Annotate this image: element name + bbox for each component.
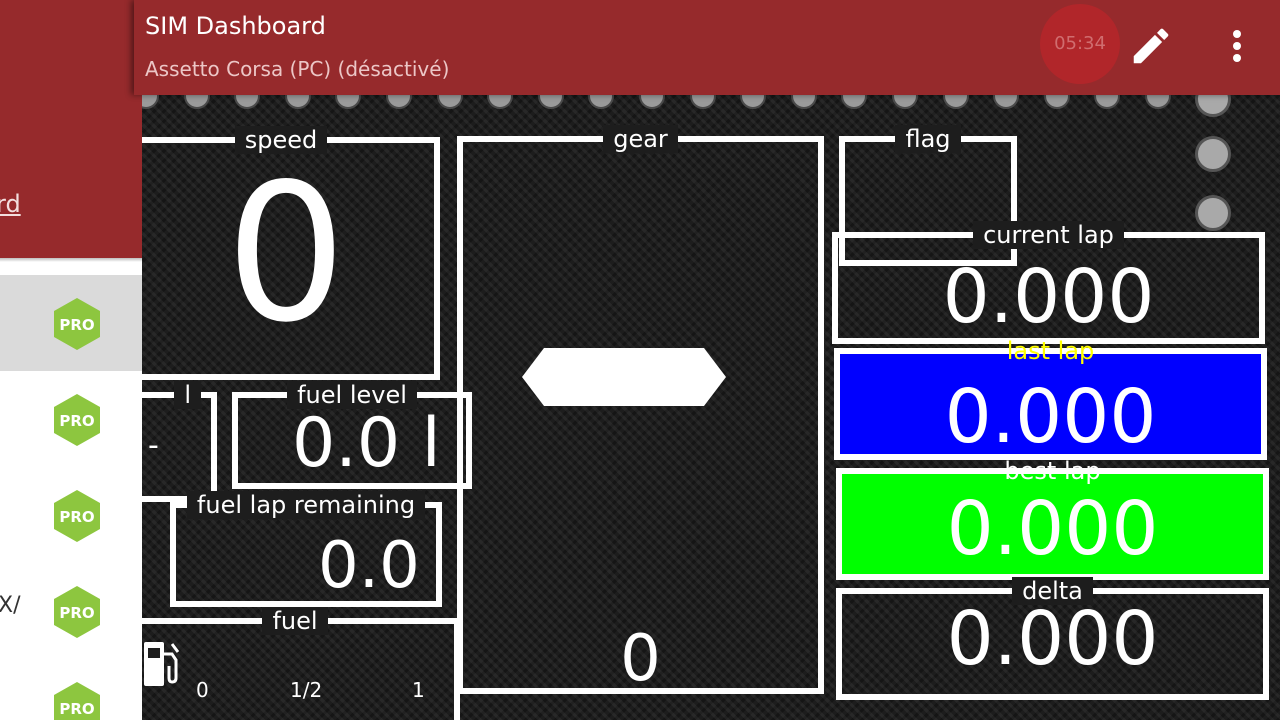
drawer-item-2[interactable]: PRO [0,371,142,467]
shift-light [1094,95,1121,109]
drawer-header: rd [0,0,142,258]
speed-panel: speed 0 [142,126,440,380]
shift-light [689,95,716,109]
gear-panel: gear 0 [457,125,824,696]
shift-light [487,95,514,109]
last-lap-label: last lap [1006,337,1095,365]
best-lap-value: 0.000 [946,486,1159,572]
navigation-drawer: rd PRO PRO PRO X/ PRO PRO [0,0,142,720]
shift-light [740,95,767,109]
shift-light [436,95,463,109]
fuel-scale-max: 1 [412,678,425,702]
shift-light [790,95,817,109]
fuel-lap-remaining-panel: fuel lap remaining 0.0 [170,491,442,607]
drawer-item-3[interactable]: PRO [0,467,142,563]
more-options-button[interactable] [1222,23,1252,69]
shift-light [588,95,615,109]
side-light [1195,95,1231,117]
shift-light [1043,95,1070,109]
pro-badge-label: PRO [59,316,95,334]
pro-badge: PRO [53,585,101,639]
shift-light [841,95,868,109]
delta-value: 0.000 [946,596,1159,682]
best-lap-label: best lap [1004,457,1101,485]
fuel-level-panel: fuel level 0.0 l [232,381,472,489]
current-lap-value: 0.000 [942,254,1155,340]
side-light [1195,136,1231,172]
more-vert-icon [1233,30,1241,62]
speed-value: 0 [225,143,347,364]
shift-light [537,95,564,109]
drawer-item-4[interactable]: X/ PRO [0,563,142,659]
best-lap-panel: best lap 0.000 [836,457,1269,580]
current-lap-panel: current lap 0.000 [832,221,1265,344]
shift-light [892,95,918,109]
shift-light [993,95,1020,109]
delta-panel: delta 0.000 [836,577,1269,700]
pencil-icon [1133,28,1169,64]
fuel-gauge-panel: fuel 0 1/2 1 [142,607,460,720]
pro-badge-label: PRO [59,508,95,526]
shift-light [942,95,969,109]
shift-light [142,95,159,109]
fuel-partial-label: l [174,381,201,409]
gear-value: 0 [620,622,661,696]
drawer-header-link[interactable]: rd [0,190,21,218]
fuel-scale-mid: 1/2 [290,678,323,702]
flag-label: flag [895,125,961,153]
shift-light [335,95,362,109]
gear-neutral-indicator [522,348,726,406]
shift-light [639,95,665,109]
fuel-partial-value: - [148,428,159,463]
pro-badge-label: PRO [59,412,95,430]
shift-light-row [142,95,1280,109]
pro-badge: PRO [53,297,101,351]
gear-label: gear [603,125,678,153]
shift-light [386,95,412,109]
app-bar: SIM Dashboard Assetto Corsa (PC) (désact… [134,0,1280,95]
pro-badge: PRO [53,393,101,447]
drawer-divider [0,258,142,262]
drawer-item-1[interactable]: PRO [0,275,142,371]
shift-light [284,95,311,109]
shift-light [234,95,261,109]
pro-badge: PRO [53,681,101,720]
pro-badge-label: PRO [59,700,95,718]
last-lap-value: 0.000 [944,374,1157,460]
game-subtitle: Assetto Corsa (PC) (désactivé) [145,57,450,81]
fuel-scale-min: 0 [196,678,209,702]
fuel-lap-remaining-value: 0.0 [318,529,420,603]
session-timer[interactable]: 05:34 [1040,4,1120,84]
drawer-item-label: X/ [0,593,21,618]
drawer-item-5[interactable]: PRO [0,659,142,720]
fuel-gauge-label: fuel [262,607,328,635]
shift-light [1145,95,1171,109]
edit-button[interactable] [1128,23,1174,69]
last-lap-panel: last lap 0.000 [834,337,1267,460]
fuel-lap-remaining-label: fuel lap remaining [186,491,426,519]
fuel-pump-icon [144,642,180,686]
pro-badge-label: PRO [59,604,95,622]
fuel-level-value: 0.0 l [292,404,441,483]
app-title: SIM Dashboard [145,12,326,40]
shift-light [183,95,210,109]
pro-badge: PRO [53,489,101,543]
fuel-partial-panel: l - [142,381,217,502]
sim-dashboard[interactable]: speed 0 gear 0 flag current lap 0.000 la… [142,95,1280,720]
current-lap-label: current lap [973,221,1124,249]
side-light [1195,195,1231,231]
